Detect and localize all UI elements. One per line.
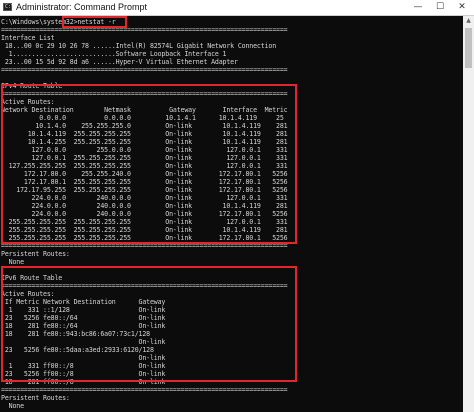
console-line: Interface List: [1, 34, 55, 42]
close-button[interactable]: ✕: [451, 0, 473, 15]
console-line: 18...00 0c 29 10 26 78 ......Intel(R) 82…: [1, 42, 277, 50]
console-line: 23...00 15 5d 92 8d a6 ......Hyper-V Vir…: [1, 58, 238, 66]
vertical-scrollbar[interactable]: ▲: [463, 16, 474, 412]
ipv4-route-table-highlight-box: [1, 84, 297, 244]
scroll-up-arrow-icon[interactable]: ▲: [463, 16, 474, 26]
console-line: None: [1, 402, 24, 410]
command-highlight-box: [62, 16, 127, 28]
console-line: ========================================…: [1, 386, 288, 394]
title-bar[interactable]: C:\ Administrator: Command Prompt — ☐ ✕: [0, 0, 474, 16]
console-line: ========================================…: [1, 66, 288, 74]
console-line: Persistent Routes:: [1, 394, 70, 402]
console-line: Persistent Routes:: [1, 250, 70, 258]
ipv6-route-table-highlight-box: [1, 266, 297, 382]
scrollbar-thumb[interactable]: [465, 28, 472, 68]
console-line: 1...........................Software Loo…: [1, 50, 227, 58]
command-prompt-window: C:\ Administrator: Command Prompt — ☐ ✕ …: [0, 0, 474, 412]
window-title: Administrator: Command Prompt: [16, 2, 148, 12]
maximize-button[interactable]: ☐: [429, 0, 451, 15]
console-line: None: [1, 258, 24, 266]
command-prompt-icon: C:\: [3, 3, 15, 11]
console-line: ========================================…: [1, 26, 288, 34]
minimize-button[interactable]: —: [407, 0, 429, 15]
